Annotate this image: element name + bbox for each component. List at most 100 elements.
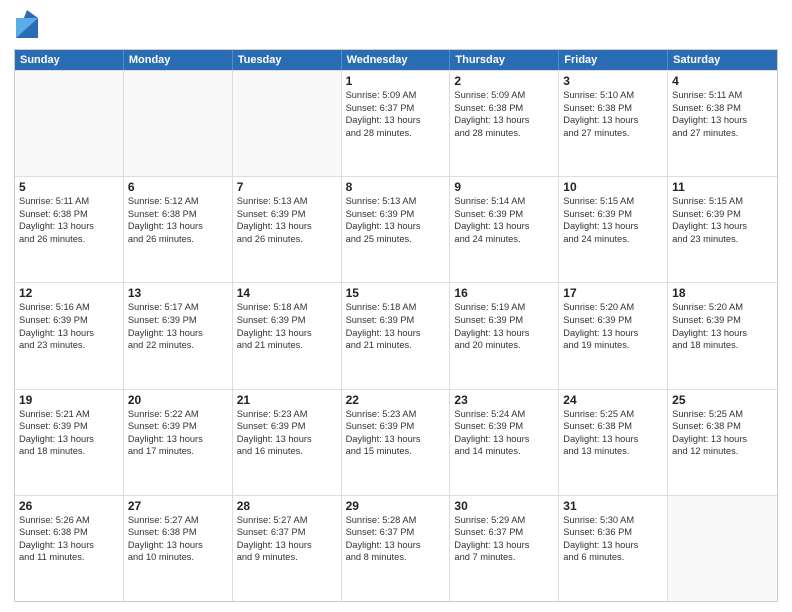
cell-line: Sunrise: 5:17 AM — [128, 301, 228, 314]
cell-line: Sunrise: 5:18 AM — [346, 301, 446, 314]
cell-line: Daylight: 13 hours — [346, 220, 446, 233]
header — [14, 10, 778, 43]
calendar-cell: 10Sunrise: 5:15 AMSunset: 6:39 PMDayligh… — [559, 177, 668, 282]
cell-line: Sunset: 6:39 PM — [346, 208, 446, 221]
calendar-cell: 9Sunrise: 5:14 AMSunset: 6:39 PMDaylight… — [450, 177, 559, 282]
day-number: 23 — [454, 393, 554, 407]
cell-line: Sunset: 6:39 PM — [563, 208, 663, 221]
cell-line: and 19 minutes. — [563, 339, 663, 352]
day-number: 26 — [19, 499, 119, 513]
cell-line: Sunset: 6:39 PM — [454, 314, 554, 327]
cell-line: Daylight: 13 hours — [672, 220, 773, 233]
calendar-cell: 15Sunrise: 5:18 AMSunset: 6:39 PMDayligh… — [342, 283, 451, 388]
calendar-header: SundayMondayTuesdayWednesdayThursdayFrid… — [15, 50, 777, 70]
cell-line: Sunrise: 5:11 AM — [19, 195, 119, 208]
cell-line: Daylight: 13 hours — [237, 539, 337, 552]
cell-line: Sunrise: 5:14 AM — [454, 195, 554, 208]
day-number: 17 — [563, 286, 663, 300]
day-number: 28 — [237, 499, 337, 513]
cell-line: Sunset: 6:39 PM — [128, 420, 228, 433]
cell-line: Sunset: 6:38 PM — [19, 526, 119, 539]
cell-line: and 23 minutes. — [672, 233, 773, 246]
cell-line: and 25 minutes. — [346, 233, 446, 246]
cell-line: Daylight: 13 hours — [19, 327, 119, 340]
cell-line: and 21 minutes. — [237, 339, 337, 352]
cell-line: Sunset: 6:38 PM — [563, 102, 663, 115]
weekday-header: Thursday — [450, 50, 559, 70]
cell-line: and 9 minutes. — [237, 551, 337, 564]
cell-line: Sunrise: 5:11 AM — [672, 89, 773, 102]
calendar-cell: 16Sunrise: 5:19 AMSunset: 6:39 PMDayligh… — [450, 283, 559, 388]
cell-line: Sunset: 6:39 PM — [563, 314, 663, 327]
logo — [14, 14, 38, 43]
calendar-cell: 31Sunrise: 5:30 AMSunset: 6:36 PMDayligh… — [559, 496, 668, 601]
cell-line: Sunrise: 5:24 AM — [454, 408, 554, 421]
cell-line: and 13 minutes. — [563, 445, 663, 458]
cell-line: Daylight: 13 hours — [454, 327, 554, 340]
day-number: 27 — [128, 499, 228, 513]
cell-line: and 6 minutes. — [563, 551, 663, 564]
day-number: 13 — [128, 286, 228, 300]
day-number: 30 — [454, 499, 554, 513]
calendar-cell: 20Sunrise: 5:22 AMSunset: 6:39 PMDayligh… — [124, 390, 233, 495]
cell-line: Sunset: 6:37 PM — [454, 526, 554, 539]
cell-line: Sunset: 6:39 PM — [237, 420, 337, 433]
cell-line: Sunrise: 5:30 AM — [563, 514, 663, 527]
cell-line: and 26 minutes. — [237, 233, 337, 246]
cell-line: and 12 minutes. — [672, 445, 773, 458]
cell-line: Sunrise: 5:18 AM — [237, 301, 337, 314]
cell-line: Daylight: 13 hours — [237, 220, 337, 233]
cell-line: Sunset: 6:36 PM — [563, 526, 663, 539]
weekday-header: Sunday — [15, 50, 124, 70]
cell-line: and 27 minutes. — [672, 127, 773, 140]
day-number: 11 — [672, 180, 773, 194]
cell-line: Sunset: 6:39 PM — [128, 314, 228, 327]
day-number: 10 — [563, 180, 663, 194]
weekday-header: Monday — [124, 50, 233, 70]
calendar-cell: 22Sunrise: 5:23 AMSunset: 6:39 PMDayligh… — [342, 390, 451, 495]
day-number: 18 — [672, 286, 773, 300]
calendar: SundayMondayTuesdayWednesdayThursdayFrid… — [14, 49, 778, 602]
cell-line: Sunset: 6:39 PM — [672, 208, 773, 221]
calendar-cell: 29Sunrise: 5:28 AMSunset: 6:37 PMDayligh… — [342, 496, 451, 601]
cell-line: Daylight: 13 hours — [454, 433, 554, 446]
cell-line: Sunrise: 5:27 AM — [237, 514, 337, 527]
page: SundayMondayTuesdayWednesdayThursdayFrid… — [0, 0, 792, 612]
calendar-row: 1Sunrise: 5:09 AMSunset: 6:37 PMDaylight… — [15, 70, 777, 176]
cell-line: Sunset: 6:38 PM — [563, 420, 663, 433]
cell-line: Sunrise: 5:15 AM — [672, 195, 773, 208]
calendar-cell — [668, 496, 777, 601]
weekday-header: Tuesday — [233, 50, 342, 70]
calendar-row: 12Sunrise: 5:16 AMSunset: 6:39 PMDayligh… — [15, 282, 777, 388]
cell-line: Sunrise: 5:23 AM — [346, 408, 446, 421]
calendar-cell: 27Sunrise: 5:27 AMSunset: 6:38 PMDayligh… — [124, 496, 233, 601]
day-number: 1 — [346, 74, 446, 88]
cell-line: and 18 minutes. — [19, 445, 119, 458]
cell-line: Sunrise: 5:13 AM — [346, 195, 446, 208]
calendar-cell: 5Sunrise: 5:11 AMSunset: 6:38 PMDaylight… — [15, 177, 124, 282]
day-number: 24 — [563, 393, 663, 407]
cell-line: Daylight: 13 hours — [454, 220, 554, 233]
day-number: 3 — [563, 74, 663, 88]
calendar-cell: 7Sunrise: 5:13 AMSunset: 6:39 PMDaylight… — [233, 177, 342, 282]
cell-line: Daylight: 13 hours — [128, 327, 228, 340]
cell-line: and 14 minutes. — [454, 445, 554, 458]
cell-line: Sunset: 6:39 PM — [672, 314, 773, 327]
cell-line: Sunrise: 5:21 AM — [19, 408, 119, 421]
day-number: 12 — [19, 286, 119, 300]
calendar-cell: 6Sunrise: 5:12 AMSunset: 6:38 PMDaylight… — [124, 177, 233, 282]
cell-line: Daylight: 13 hours — [237, 433, 337, 446]
cell-line: Sunset: 6:39 PM — [346, 420, 446, 433]
cell-line: and 8 minutes. — [346, 551, 446, 564]
day-number: 7 — [237, 180, 337, 194]
cell-line: Sunset: 6:39 PM — [19, 314, 119, 327]
cell-line: Sunset: 6:39 PM — [237, 314, 337, 327]
cell-line: Daylight: 13 hours — [237, 327, 337, 340]
cell-line: and 28 minutes. — [346, 127, 446, 140]
calendar-cell — [15, 71, 124, 176]
cell-line: and 28 minutes. — [454, 127, 554, 140]
cell-line: Sunrise: 5:20 AM — [563, 301, 663, 314]
cell-line: Sunset: 6:37 PM — [346, 526, 446, 539]
day-number: 20 — [128, 393, 228, 407]
cell-line: Daylight: 13 hours — [346, 539, 446, 552]
